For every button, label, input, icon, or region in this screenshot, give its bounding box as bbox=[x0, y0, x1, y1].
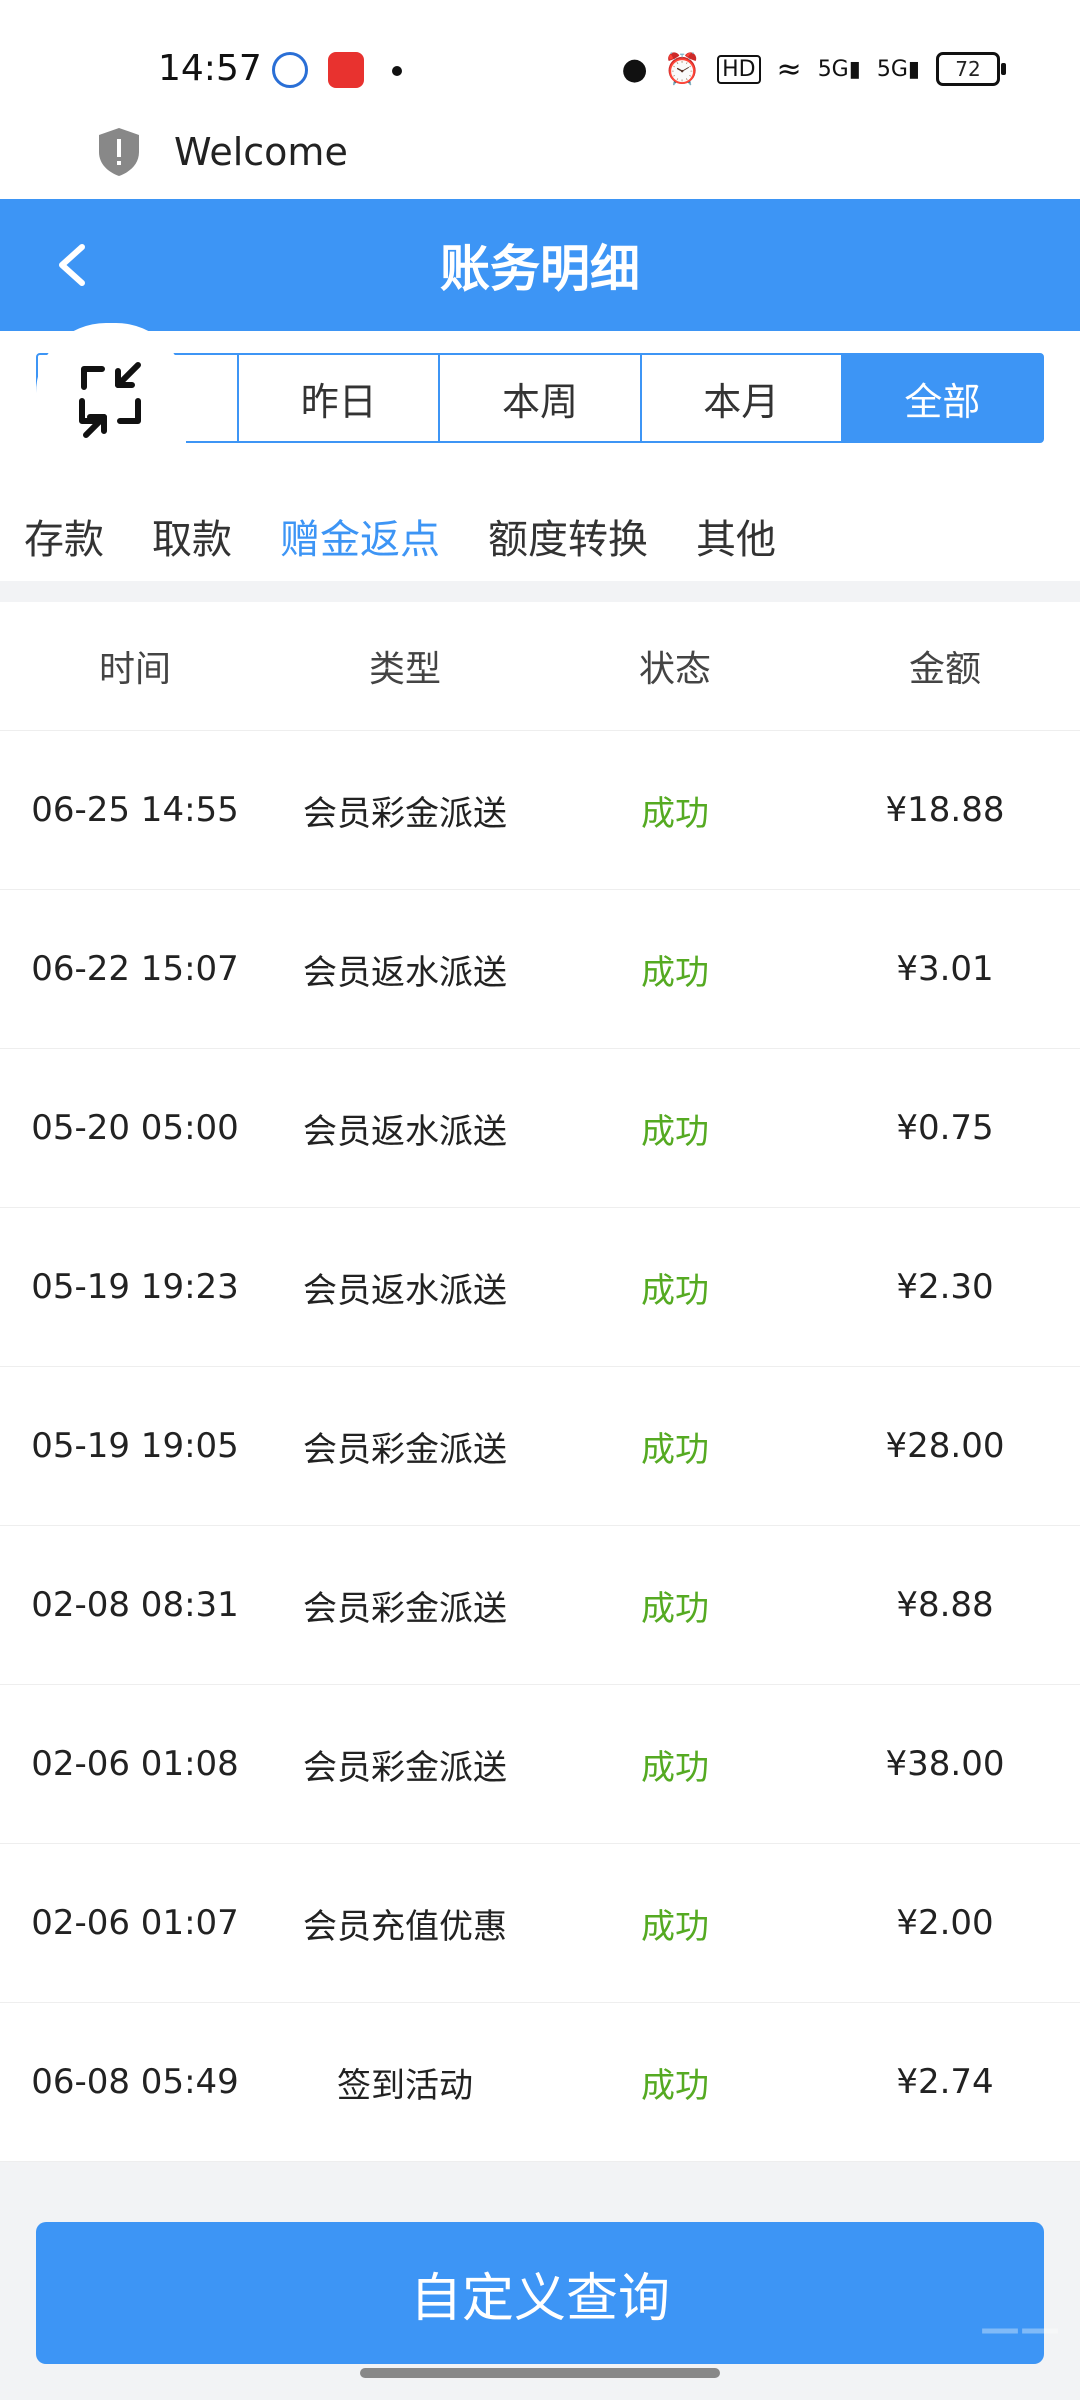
watermark-logo: —— bbox=[980, 2306, 1060, 2352]
period-tabs: 今日 昨日 本周 本月 全部 bbox=[36, 353, 1044, 443]
shield-icon bbox=[99, 128, 139, 176]
cell-status: 成功 bbox=[641, 1429, 709, 1470]
app-icon-a bbox=[272, 52, 308, 88]
cell-status: 成功 bbox=[641, 793, 709, 834]
table-row[interactable]: 05-20 05:00 会员返水派送 成功 ¥0.75 bbox=[0, 1049, 1080, 1208]
cell-amount: ¥3.01 bbox=[896, 949, 994, 989]
cell-type: 会员返水派送 bbox=[303, 952, 507, 993]
cell-status: 成功 bbox=[641, 1111, 709, 1152]
signal-5g-icon: 5G▮ bbox=[817, 56, 861, 82]
app-header: 账务明细 bbox=[0, 199, 1080, 331]
table-row[interactable]: 05-19 19:05 会员彩金派送 成功 ¥28.00 bbox=[0, 1367, 1080, 1526]
table-row[interactable]: 02-06 01:08 会员彩金派送 成功 ¥38.00 bbox=[0, 1685, 1080, 1844]
signal-5g-icon-2: 5G▮ bbox=[876, 56, 920, 82]
category-other[interactable]: 其他 bbox=[672, 507, 800, 587]
cell-type: 会员彩金派送 bbox=[303, 1747, 507, 1788]
cell-time: 06-08 05:49 bbox=[31, 2062, 239, 2102]
records-table: 时间 类型 状态 金额 06-25 14:55 会员彩金派送 成功 ¥18.88 06-… bbox=[0, 602, 1080, 2162]
category-bonus-rebate[interactable]: 赠金返点 bbox=[256, 507, 464, 587]
cell-status: 成功 bbox=[641, 1588, 709, 1629]
welcome-text: Welcome bbox=[174, 130, 348, 174]
tab-this-month[interactable]: 本月 bbox=[642, 355, 843, 441]
cell-time: 05-19 19:23 bbox=[31, 1267, 239, 1307]
cell-amount: ¥2.00 bbox=[896, 1903, 994, 1943]
cell-time: 05-20 05:00 bbox=[31, 1108, 239, 1148]
home-indicator[interactable] bbox=[360, 2368, 720, 2378]
filter-area: 今日 昨日 本周 本月 全部 存款 取款 赠金返点 额度转换 其他 bbox=[0, 323, 1080, 581]
cell-amount: ¥8.88 bbox=[896, 1585, 994, 1625]
cell-type: 会员充值优惠 bbox=[303, 1906, 507, 1947]
battery-level: 72 bbox=[955, 57, 981, 81]
battery-icon: 72 bbox=[936, 52, 1006, 86]
cell-time: 06-25 14:55 bbox=[31, 790, 239, 830]
collapse-arrows-icon bbox=[79, 362, 141, 438]
cell-time: 02-06 01:08 bbox=[31, 1744, 239, 1784]
tab-this-week[interactable]: 本周 bbox=[440, 355, 642, 441]
collapse-float-button[interactable] bbox=[36, 323, 186, 463]
notification-dot bbox=[392, 66, 402, 76]
cell-type: 会员彩金派送 bbox=[303, 1588, 507, 1629]
cell-status: 成功 bbox=[641, 1747, 709, 1788]
cell-type: 会员返水派送 bbox=[303, 1111, 507, 1152]
wifi-icon: ≈ bbox=[776, 51, 802, 87]
category-deposit[interactable]: 存款 bbox=[0, 507, 128, 587]
table-row[interactable]: 06-22 15:07 会员返水派送 成功 ¥3.01 bbox=[0, 890, 1080, 1049]
category-tabs: 存款 取款 赠金返点 额度转换 其他 bbox=[0, 507, 800, 587]
alarm-icon: ⏰ bbox=[663, 51, 702, 87]
cell-status: 成功 bbox=[641, 2065, 709, 2106]
category-withdraw[interactable]: 取款 bbox=[128, 507, 256, 587]
header-status: 状态 bbox=[638, 649, 711, 690]
cell-time: 02-06 01:07 bbox=[31, 1903, 239, 1943]
cell-amount: ¥0.75 bbox=[896, 1108, 994, 1148]
table-row[interactable]: 02-08 08:31 会员彩金派送 成功 ¥8.88 bbox=[0, 1526, 1080, 1685]
status-time: 14:57 bbox=[158, 48, 262, 89]
cell-status: 成功 bbox=[641, 952, 709, 993]
cell-amount: ¥38.00 bbox=[885, 1744, 1005, 1784]
table-row[interactable]: 05-19 19:23 会员返水派送 成功 ¥2.30 bbox=[0, 1208, 1080, 1367]
data-saver-icon: ● bbox=[621, 51, 648, 87]
cell-amount: ¥2.74 bbox=[896, 2062, 994, 2102]
table-header: 时间 类型 状态 金额 bbox=[0, 602, 1080, 731]
cell-type: 会员彩金派送 bbox=[303, 793, 507, 834]
cell-status: 成功 bbox=[641, 1270, 709, 1311]
tab-all[interactable]: 全部 bbox=[842, 355, 1043, 441]
cell-type: 签到活动 bbox=[337, 2065, 473, 2106]
header-time: 时间 bbox=[98, 649, 171, 690]
cell-amount: ¥28.00 bbox=[885, 1426, 1005, 1466]
page-title: 账务明细 bbox=[440, 240, 640, 298]
hd-icon: HD bbox=[717, 54, 761, 84]
cell-status: 成功 bbox=[641, 1906, 709, 1947]
cell-time: 02-08 08:31 bbox=[31, 1585, 239, 1625]
cell-type: 会员彩金派送 bbox=[303, 1429, 507, 1470]
header-amount: 金额 bbox=[908, 649, 981, 690]
custom-query-button[interactable]: 自定义查询 bbox=[36, 2222, 1044, 2364]
status-bar: 14:57 ● ⏰ HD ≈ 5G▮ 5G▮ 72 bbox=[0, 0, 1080, 130]
cell-time: 06-22 15:07 bbox=[31, 949, 239, 989]
table-row[interactable]: 06-25 14:55 会员彩金派送 成功 ¥18.88 bbox=[0, 731, 1080, 890]
welcome-banner: Welcome bbox=[0, 120, 1080, 200]
header-type: 类型 bbox=[368, 649, 441, 690]
table-row[interactable]: 02-06 01:07 会员充值优惠 成功 ¥2.00 bbox=[0, 1844, 1080, 2003]
cell-type: 会员返水派送 bbox=[303, 1270, 507, 1311]
category-transfer[interactable]: 额度转换 bbox=[464, 507, 672, 587]
tab-yesterday[interactable]: 昨日 bbox=[239, 355, 441, 441]
app-icon-hi bbox=[328, 52, 364, 88]
table-row[interactable]: 06-08 05:49 签到活动 成功 ¥2.74 bbox=[0, 2003, 1080, 2162]
cell-amount: ¥18.88 bbox=[885, 790, 1005, 830]
cell-time: 05-19 19:05 bbox=[31, 1426, 239, 1466]
cell-amount: ¥2.30 bbox=[896, 1267, 994, 1307]
status-icons: ● ⏰ HD ≈ 5G▮ 5G▮ 72 bbox=[621, 48, 1006, 90]
